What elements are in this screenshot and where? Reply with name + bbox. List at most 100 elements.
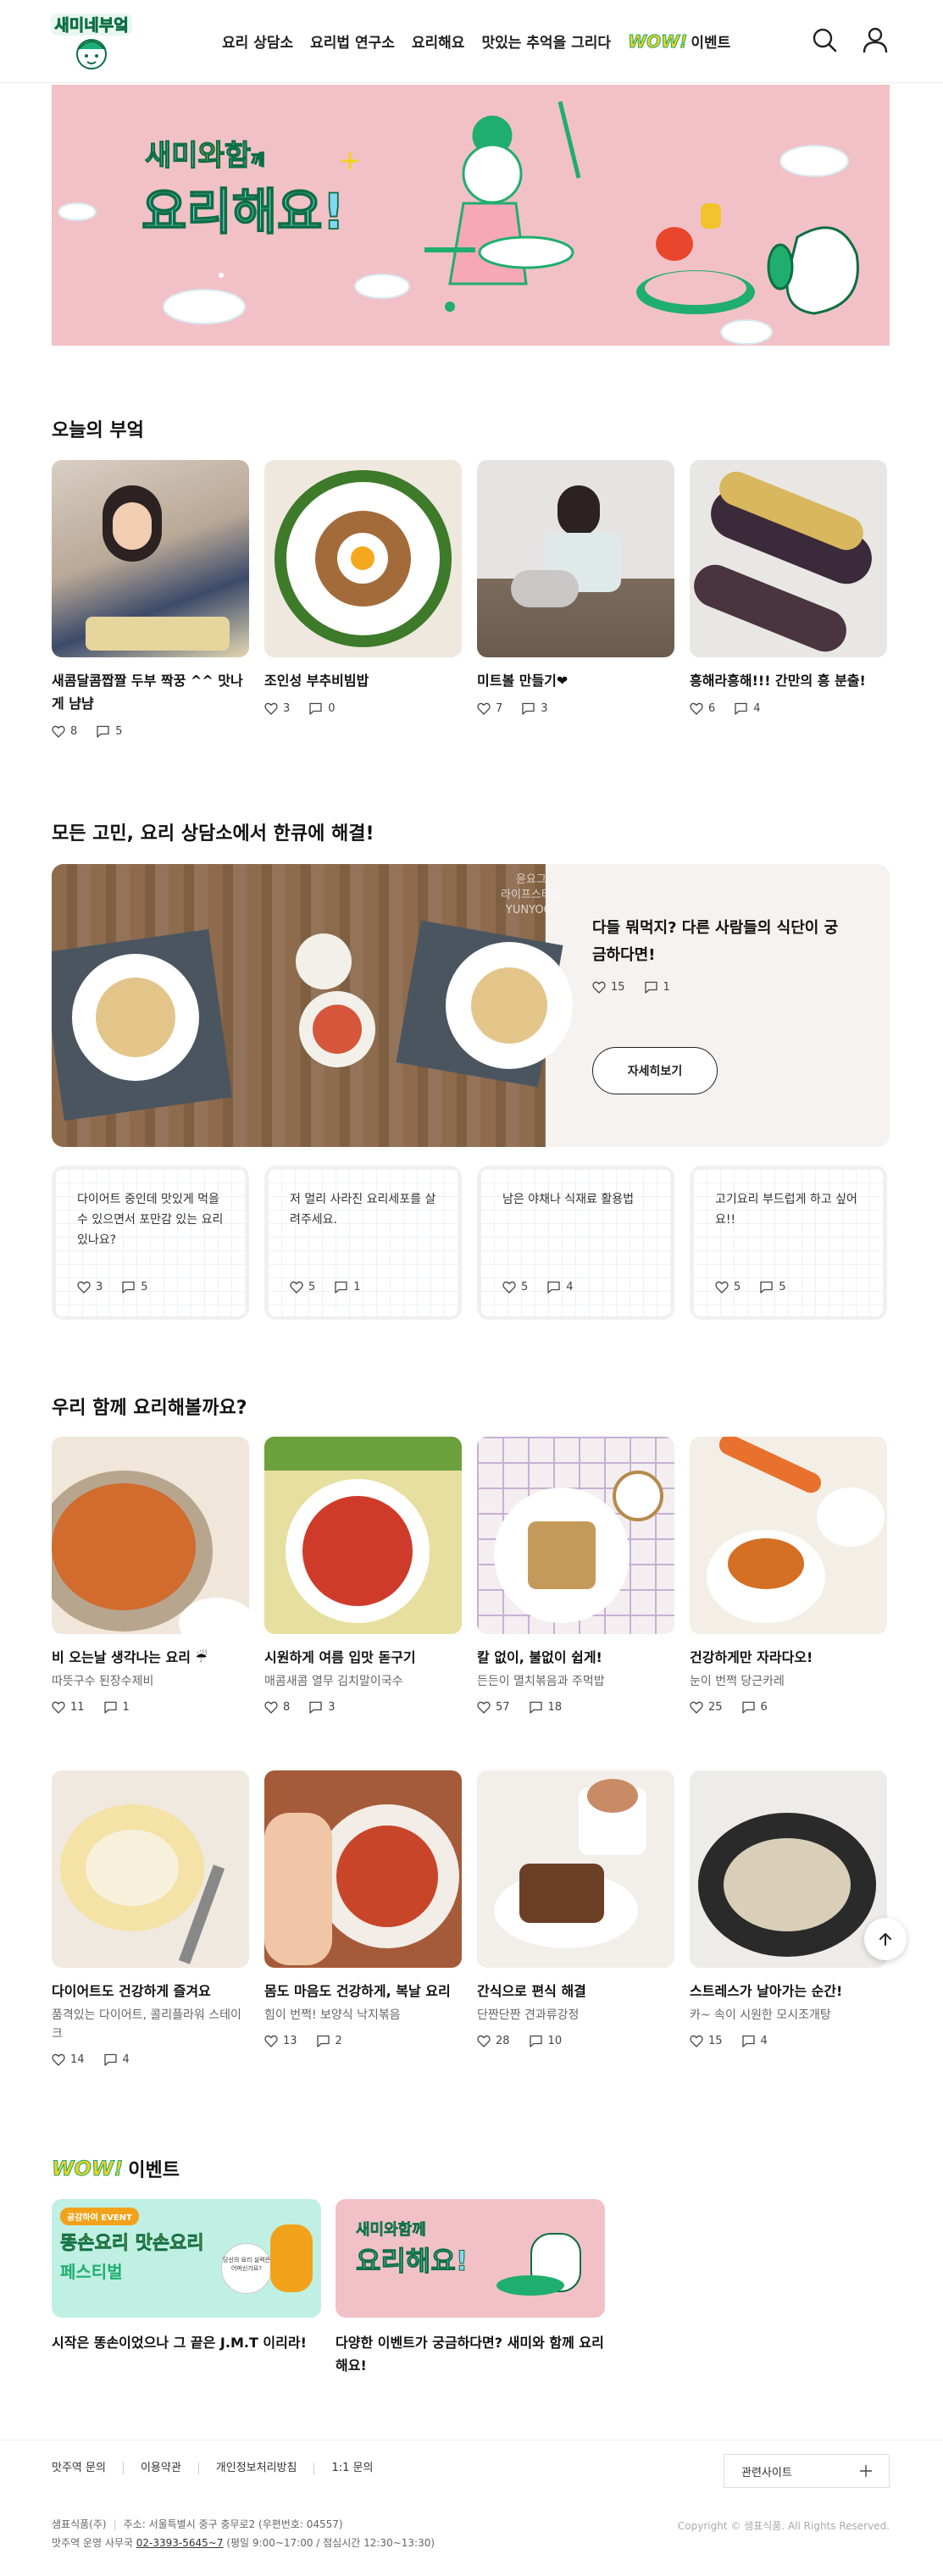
comment-icon [741, 1701, 755, 1714]
like-count[interactable]: 6 [690, 702, 715, 715]
event-bubble: 당신의 요리 실력은 어떠신가요? [221, 2243, 272, 2294]
like-count[interactable]: 5 [502, 1281, 528, 1294]
recipe-card[interactable]: 몸도 마음도 건강하게, 복날 요리 힘이 번쩍! 보양식 낙지볶음 13 2 [264, 1770, 462, 2047]
recipe-card-image [264, 1437, 462, 1634]
comment-icon [316, 2035, 330, 2047]
like-count[interactable]: 25 [690, 1701, 723, 1714]
like-count[interactable]: 15 [690, 2035, 723, 2047]
like-count[interactable]: 15 [592, 981, 625, 994]
footer-link-privacy[interactable]: 개인정보처리방침 [197, 2462, 314, 2474]
today-card[interactable]: 흥해라흥해!!! 간만의 흥 분출! 6 4 [690, 460, 887, 715]
events-title: 이벤트 [128, 2160, 180, 2181]
recipe-card-subtitle: 카~ 속이 시원한 모시조개탕 [690, 2008, 831, 2022]
like-count[interactable]: 3 [264, 702, 290, 715]
recipe-card[interactable]: 간식으로 편식 해결 단짠단짠 견과류강정 28 10 [477, 1770, 674, 2047]
comment-count[interactable]: 18 [529, 1701, 562, 1714]
like-count[interactable]: 11 [52, 1701, 85, 1714]
phone-number[interactable]: 02-3393-5645~7 [136, 2537, 224, 2549]
heart-icon [52, 725, 65, 738]
hero-banner[interactable]: 새미와함께 요리해요! [52, 85, 890, 346]
comment-icon [309, 702, 322, 715]
view-more-button[interactable]: 자세히보기 [592, 1047, 718, 1094]
heart-icon [690, 1701, 703, 1714]
consult-feature[interactable]: 윤요그 라이프스타일 YUNYOG! 다들 뭐먹지? 다른 사람들의 식단이 궁… [52, 864, 890, 1147]
comment-count[interactable]: 6 [741, 1701, 768, 1714]
banner-line2: 요리해요! [141, 183, 345, 241]
consult-feature-image: 윤요그 라이프스타일 YUNYOG! [52, 864, 573, 1147]
recipe-card[interactable]: 건강하게만 자라다오! 눈이 번쩍 당근카레 25 6 [690, 1437, 887, 1714]
nav-recipe-lab[interactable]: 요리법 연구소 [310, 30, 395, 52]
comment-count[interactable]: 1 [644, 981, 670, 994]
footer-link-terms[interactable]: 이용약관 [122, 2462, 198, 2474]
like-count[interactable]: 28 [477, 2035, 510, 2047]
like-count[interactable]: 13 [264, 2035, 297, 2047]
related-sites-select[interactable]: 관련사이트 [724, 2454, 890, 2488]
today-card[interactable]: 미트볼 만들기❤ 7 3 [477, 460, 674, 715]
comment-count[interactable]: 1 [334, 1281, 361, 1294]
recipe-card-title: 간식으로 편식 해결 [477, 1983, 586, 1999]
like-count[interactable]: 57 [477, 1701, 510, 1714]
like-count[interactable]: 14 [52, 2053, 85, 2066]
event-card[interactable]: 새미와함께 요리해요! 다양한 이벤트가 궁금하다면? 새미와 함께 요리해요! [336, 2199, 605, 2377]
footer-link-inquiry[interactable]: 맛주역 문의 [52, 2462, 123, 2474]
question-card[interactable]: 남은 야채나 식재료 활용법 5 4 [477, 1166, 674, 1320]
events-section-title: WOW! 이벤트 [51, 2155, 180, 2182]
comment-count[interactable]: 4 [741, 2035, 768, 2047]
main-nav: 요리 상담소 요리법 연구소 요리해요 맛있는 추억을 그리다 WOW! 이벤트 [222, 30, 730, 52]
like-count[interactable]: 5 [290, 1281, 315, 1294]
logo[interactable]: 새미네부엌 [49, 10, 134, 75]
user-icon[interactable] [861, 25, 890, 54]
comment-count[interactable]: 10 [529, 2035, 562, 2047]
nav-event[interactable]: WOW! 이벤트 [628, 30, 731, 52]
comment-icon [760, 1281, 773, 1294]
like-count[interactable]: 3 [77, 1281, 103, 1294]
comment-icon [644, 981, 657, 994]
comment-count[interactable]: 2 [316, 2035, 342, 2047]
scroll-top-button[interactable] [864, 1918, 907, 1960]
comment-icon [309, 1701, 322, 1714]
nav-lets-cook[interactable]: 요리해요 [412, 30, 465, 52]
comment-count[interactable]: 4 [734, 702, 761, 715]
nav-cooking-consult[interactable]: 요리 상담소 [222, 30, 293, 52]
today-card[interactable]: 조인성 부추비빔밥 3 0 [264, 460, 462, 715]
event-card[interactable]: 공감하여 EVENT 똥손요리 맛손요리 페스티벌 당신의 요리 실력은 어떠신… [52, 2199, 321, 2354]
like-count[interactable]: 5 [715, 1281, 741, 1294]
today-card[interactable]: 새콤달콤짭짤 두부 짝꿍 ^^ 맛나게 냠냠 8 5 [52, 460, 249, 738]
recipe-card-subtitle: 눈이 번쩍 당근카레 [690, 1675, 785, 1688]
recipe-card-subtitle: 든든이 멸치볶음과 주먹밥 [477, 1675, 605, 1688]
question-card[interactable]: 다이어트 중인데 맛있게 먹을 수 있으면서 포만감 있는 요리 있나요? 3 … [52, 1166, 249, 1320]
heart-icon [690, 2035, 703, 2047]
recipe-card-title: 비 오는날 생각나는 요리 ☔ [52, 1649, 208, 1665]
recipe-card-subtitle: 매콤새콤 열무 김치말이국수 [264, 1675, 403, 1688]
nav-tasty-memories[interactable]: 맛있는 추억을 그리다 [481, 30, 611, 52]
question-card[interactable]: 고기요리 부드럽게 하고 싶어요!! 5 5 [690, 1166, 887, 1320]
comment-count[interactable]: 0 [308, 702, 336, 715]
comment-count[interactable]: 3 [521, 702, 548, 715]
comment-count[interactable]: 5 [96, 725, 123, 738]
like-count[interactable]: 8 [264, 1701, 290, 1714]
recipe-card[interactable]: 칼 없이, 불없이 쉽게! 든든이 멸치볶음과 주먹밥 57 18 [477, 1437, 674, 1714]
comment-count[interactable]: 4 [546, 1281, 574, 1294]
like-count[interactable]: 8 [52, 725, 77, 738]
comment-count[interactable]: 3 [308, 1701, 336, 1714]
comment-count[interactable]: 5 [759, 1281, 786, 1294]
comment-count[interactable]: 1 [103, 1701, 130, 1714]
recipe-card-image [690, 1770, 887, 1968]
recipe-card[interactable]: 비 오는날 생각나는 요리 ☔ 따뜻구수 된장수제비 11 1 [52, 1437, 249, 1714]
heart-icon [477, 2035, 491, 2047]
recipe-card[interactable]: 시원하게 여름 입맛 돋구기 매콤새콤 열무 김치말이국수 8 3 [264, 1437, 462, 1714]
recipe-card[interactable]: 스트레스가 날아가는 순간! 카~ 속이 시원한 모시조개탕 15 4 [690, 1770, 887, 2047]
like-count[interactable]: 7 [477, 702, 502, 715]
recipe-card-image [477, 1437, 674, 1634]
event-card-image: 새미와함께 요리해요! [336, 2199, 605, 2318]
related-sites-label: 관련사이트 [741, 2466, 792, 2479]
question-text: 남은 야채나 식재료 활용법 [502, 1193, 635, 1206]
question-card[interactable]: 저 멀리 사라진 요리세포를 살려주세요. 5 1 [264, 1166, 462, 1320]
recipe-card[interactable]: 다이어트도 건강하게 즐겨요 품격있는 다이어트, 콜리플라워 스테이크 14 … [52, 1770, 249, 2066]
search-icon[interactable] [810, 25, 839, 54]
footer-link-1on1[interactable]: 1:1 문의 [313, 2462, 390, 2474]
comment-count[interactable]: 5 [121, 1281, 148, 1294]
banner-illustration: 새미와함께 요리해요! [58, 101, 859, 345]
banner-line1-c: 함 [225, 139, 251, 173]
comment-count[interactable]: 4 [103, 2053, 130, 2066]
